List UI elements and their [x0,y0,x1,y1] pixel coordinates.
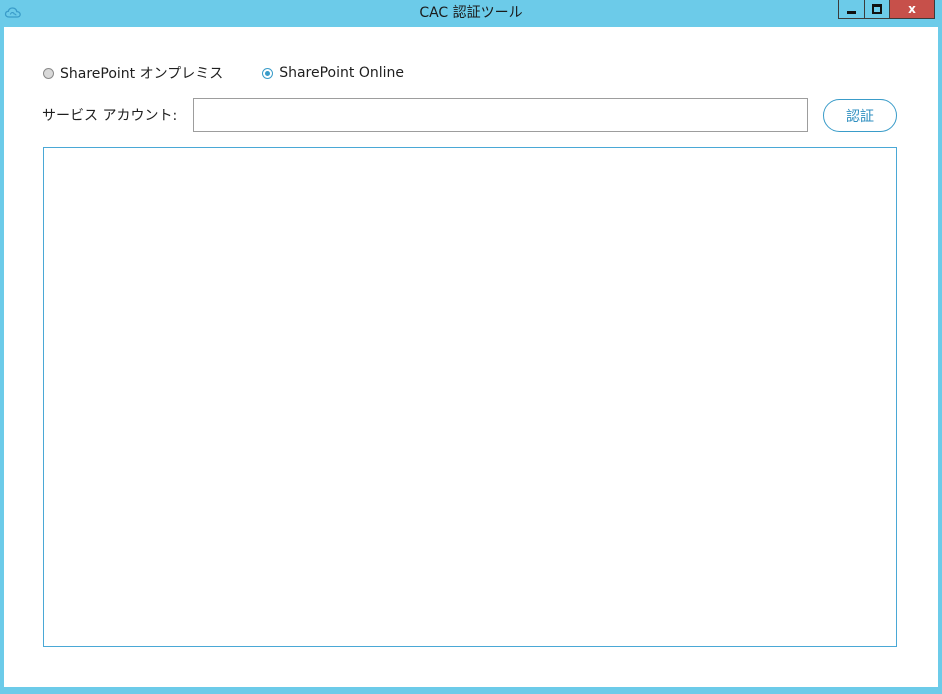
radio-sharepoint-online[interactable]: SharePoint Online [262,65,404,81]
close-icon: x [908,2,916,16]
maximize-button[interactable] [864,0,890,19]
minimize-button[interactable] [838,0,865,19]
minimize-icon [847,10,856,14]
authenticate-button[interactable]: 認証 [823,99,897,132]
close-button[interactable]: x [889,0,935,19]
window-controls: x [838,0,935,19]
client-area: SharePoint オンプレミス SharePoint Online サービス… [4,27,938,687]
window-title: CAC 認証ツール [419,5,523,21]
service-account-input[interactable] [193,98,808,132]
maximize-icon [872,4,882,14]
radio-sharepoint-onpremises[interactable]: SharePoint オンプレミス [43,63,223,83]
radio-label-onpremises: SharePoint オンプレミス [60,66,224,82]
environment-radio-group: SharePoint オンプレミス SharePoint Online [43,64,443,82]
radio-button-online[interactable] [262,67,274,79]
app-window: CAC 認証ツール x SharePoint オンプレミス SharePoint… [0,0,942,694]
output-log-area[interactable] [43,147,897,647]
service-account-label: サービス アカウント: [42,108,178,124]
radio-label-online: SharePoint Online [279,65,404,81]
radio-button-onpremises[interactable] [43,67,54,79]
title-bar[interactable]: CAC 認証ツール x [0,0,942,27]
